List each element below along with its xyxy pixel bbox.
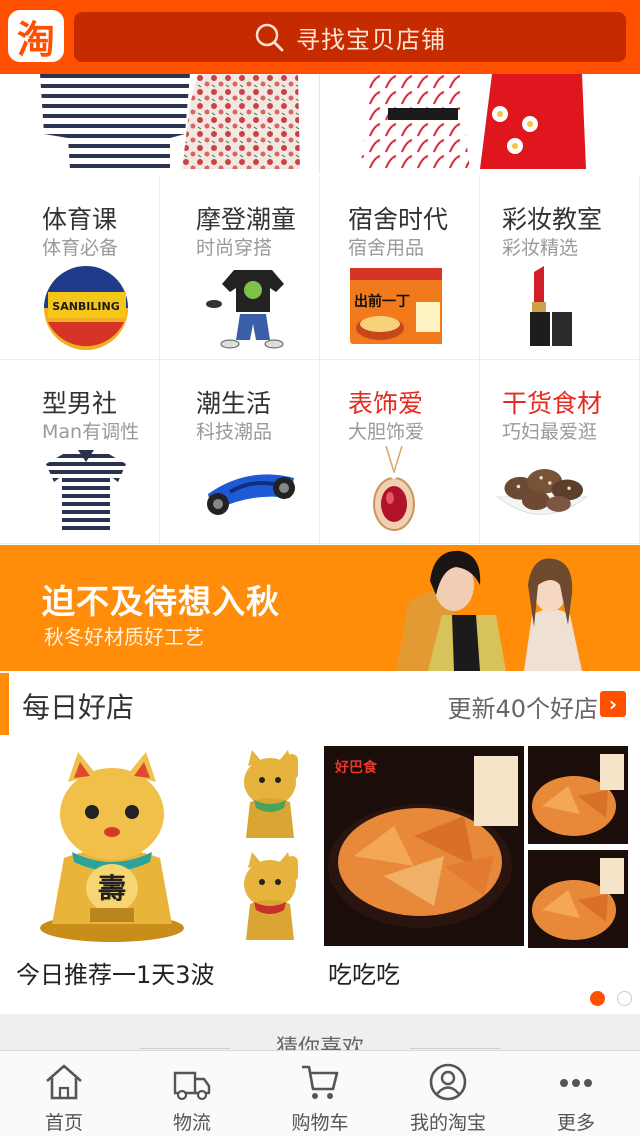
tab-logistics[interactable]: 物流 bbox=[128, 1051, 256, 1136]
mushrooms-image bbox=[496, 469, 588, 515]
category-title: 摩登潮童 bbox=[196, 205, 297, 234]
lucky-cat-thumb bbox=[244, 852, 298, 940]
guess-you-like-header: 猜你喜欢 bbox=[0, 1014, 640, 1054]
shop-thumb-lucky-cat-1[interactable] bbox=[226, 748, 312, 844]
shop-caption[interactable]: 今日推荐一1天3波 bbox=[16, 955, 215, 990]
category-subtitle: 彩妆精选 bbox=[502, 237, 579, 259]
category-subtitle: 时尚穿搭 bbox=[196, 237, 273, 259]
lucky-cat-main-image: 壽 bbox=[40, 752, 184, 942]
category-title: 干货食材 bbox=[502, 389, 603, 418]
noodles-image: 出前一丁 bbox=[350, 268, 442, 344]
carousel-dot[interactable] bbox=[617, 991, 632, 1006]
category-title: 表饰爱 bbox=[348, 389, 424, 418]
strip-divider bbox=[319, 74, 320, 174]
category-mens[interactable]: 型男社 Man有调性 bbox=[0, 360, 160, 544]
noodles-brand: 出前一丁 bbox=[354, 293, 410, 310]
lipstick-image bbox=[530, 266, 572, 346]
category-title: 宿舍时代 bbox=[348, 205, 449, 234]
bottom-tab-bar: 首页 物流 购物车 我的淘宝 更多 bbox=[0, 1050, 640, 1136]
carousel-dot-active[interactable] bbox=[590, 991, 605, 1006]
category-subtitle: 体育必备 bbox=[42, 237, 119, 259]
chevron-right-icon[interactable]: › bbox=[600, 691, 626, 717]
shop-thumb-snacks-2[interactable] bbox=[528, 850, 628, 948]
daily-shops-header: 每日好店 更新40个好店 › bbox=[0, 673, 640, 735]
top-bar: 淘 寻找宝贝店铺 bbox=[0, 0, 640, 74]
kids-outfit-image bbox=[206, 270, 284, 349]
profile-icon bbox=[429, 1063, 467, 1101]
polo-shirt-image bbox=[46, 450, 126, 530]
svg-text:壽: 壽 bbox=[98, 872, 126, 905]
lucky-cat-thumb bbox=[244, 750, 298, 838]
product-strip[interactable] bbox=[0, 74, 640, 174]
basketball-image: SANBILING bbox=[44, 266, 128, 350]
dress-images bbox=[40, 74, 586, 169]
truck-icon bbox=[173, 1071, 211, 1101]
basketball-brand: SANBILING bbox=[52, 300, 119, 313]
category-sports[interactable]: 体育课 体育必备 SANBILING bbox=[0, 176, 160, 360]
category-subtitle: 巧妇最爱逛 bbox=[502, 421, 598, 443]
tab-more[interactable]: 更多 bbox=[512, 1051, 640, 1136]
shop-thumb-lucky-cat-2[interactable] bbox=[226, 850, 312, 946]
category-subtitle: 大胆饰爱 bbox=[348, 421, 425, 443]
home-icon bbox=[46, 1064, 82, 1100]
spicy-snacks-main-image: 好巴食 bbox=[328, 756, 518, 928]
category-dorm[interactable]: 宿舍时代 宿舍用品 出前一丁 bbox=[320, 176, 480, 360]
shop-card-spicy-snacks[interactable]: 好巴食 bbox=[324, 746, 524, 946]
category-title: 彩妆教室 bbox=[502, 205, 603, 234]
tab-label: 更多 bbox=[556, 1112, 595, 1134]
tab-label: 物流 bbox=[172, 1112, 211, 1134]
tab-label: 我的淘宝 bbox=[409, 1112, 486, 1134]
section-title: 每日好店 bbox=[22, 691, 135, 724]
banner-subline: 秋冬好材质好工艺 bbox=[44, 625, 204, 649]
shop-caption[interactable]: 吃吃吃 bbox=[328, 955, 400, 990]
banner-headline: 迫不及待想入秋 bbox=[42, 582, 280, 621]
category-subtitle: Man有调性 bbox=[42, 421, 140, 443]
search-bar[interactable]: 寻找宝贝店铺 bbox=[74, 12, 626, 62]
search-icon bbox=[255, 23, 284, 52]
tab-label: 首页 bbox=[44, 1112, 83, 1134]
search-placeholder: 寻找宝贝店铺 bbox=[296, 25, 446, 54]
category-dried-goods[interactable]: 干货食材 巧妇最爱逛 bbox=[480, 360, 640, 544]
cart-icon bbox=[302, 1065, 339, 1099]
category-title: 体育课 bbox=[42, 205, 118, 234]
category-lifestyle[interactable]: 潮生活 科技潮品 bbox=[160, 360, 320, 544]
tab-cart[interactable]: 购物车 bbox=[256, 1051, 384, 1136]
tab-my-taobao[interactable]: 我的淘宝 bbox=[384, 1051, 512, 1136]
shop-card-lucky-cat[interactable]: 壽 bbox=[12, 748, 212, 946]
hoverboard-image bbox=[207, 474, 295, 515]
tab-label: 购物车 bbox=[291, 1112, 349, 1134]
shop-thumb-snacks-1[interactable] bbox=[528, 746, 628, 844]
snacks-thumb bbox=[532, 754, 624, 836]
snacks-thumb bbox=[532, 858, 624, 940]
category-title: 潮生活 bbox=[196, 389, 272, 418]
category-kids-fashion[interactable]: 摩登潮童 时尚穿搭 bbox=[160, 176, 320, 360]
category-subtitle: 宿舍用品 bbox=[348, 237, 425, 259]
category-makeup[interactable]: 彩妆教室 彩妆精选 bbox=[480, 176, 640, 360]
section-accent-bar bbox=[0, 673, 9, 735]
category-title: 型男社 bbox=[42, 389, 118, 418]
autumn-promo-banner[interactable]: 迫不及待想入秋 秋冬好材质好工艺 bbox=[0, 545, 640, 671]
logo-glyph: 淘 bbox=[16, 17, 55, 62]
more-icon bbox=[560, 1079, 592, 1087]
more-shops-link[interactable]: 更新40个好店 bbox=[447, 689, 598, 724]
taobao-logo[interactable]: 淘 bbox=[8, 10, 64, 62]
model-photo bbox=[396, 550, 582, 671]
category-jewelry[interactable]: 表饰爱 大胆饰爱 bbox=[320, 360, 480, 544]
category-subtitle: 科技潮品 bbox=[196, 421, 273, 443]
tab-home[interactable]: 首页 bbox=[0, 1051, 128, 1136]
pendant-image bbox=[373, 446, 415, 531]
snack-brand-label: 好巴食 bbox=[334, 759, 378, 776]
